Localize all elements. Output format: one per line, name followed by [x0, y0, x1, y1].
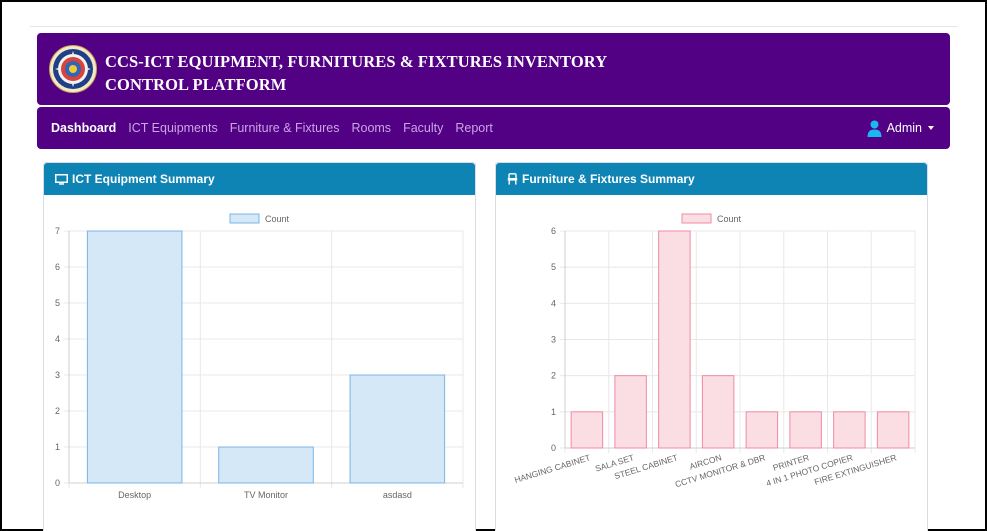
chart-bar [86, 230, 183, 484]
y-tick-label: 3 [55, 370, 60, 380]
ict-bar-chart: Count 0 1 2 3 4 5 6 7 Desktop TV Monitor asdasd [55, 213, 464, 500]
nav-rooms[interactable]: Rooms [351, 121, 391, 135]
legend-swatch [229, 213, 260, 224]
y-tick-label: 0 [551, 443, 556, 453]
y-tick-label: 7 [55, 226, 60, 236]
header-banner: CCS-ICT EQUIPMENT, FURNITURES & FIXTURES… [37, 33, 950, 105]
y-tick-label: 4 [551, 298, 556, 308]
chevron-down-icon [928, 126, 934, 130]
chart-bar [218, 446, 314, 484]
y-tick-label: 5 [551, 262, 556, 272]
app-title-line-1: CCS-ICT EQUIPMENT, FURNITURES & FIXTURES… [105, 52, 608, 71]
nav-ict-equipments[interactable]: ICT Equipments [128, 121, 217, 135]
chart-bar [614, 375, 647, 449]
user-menu[interactable]: Admin [867, 107, 934, 149]
top-divider [30, 26, 958, 27]
nav-faculty[interactable]: Faculty [403, 121, 443, 135]
y-tick-label: 3 [551, 335, 556, 345]
y-tick-label: 6 [55, 262, 60, 272]
y-tick-label: 2 [55, 406, 60, 416]
x-tick-label: asdasd [383, 490, 412, 500]
legend-swatch [681, 213, 712, 224]
ff-bar-chart: Count0123456HANGING CABINET SALA SETSTEEL… [513, 213, 916, 489]
ff-summary-card: Furniture & Fixtures Summary Count 0 1 2 3 4 5… [495, 162, 928, 531]
chart-bar [570, 411, 604, 449]
user-icon [867, 120, 882, 137]
x-tick-label: Desktop [118, 490, 151, 500]
app-title-line-2: CONTROL PLATFORM [105, 75, 287, 94]
x-tick-label: HANGING CABINET [513, 452, 591, 485]
nav-furniture-fixtures[interactable]: Furniture & Fixtures [230, 121, 340, 135]
y-tick-label: 6 [551, 226, 556, 236]
chart-bar [701, 375, 735, 449]
nav-links: Dashboard ICT Equipments Furniture & Fix… [51, 107, 505, 149]
chart-bar [658, 230, 691, 449]
ict-summary-card: ICT Equipment Summary Count 0 1 2 3 4 5 6 7 Deskt… [43, 162, 476, 531]
user-name: Admin [886, 121, 922, 135]
y-tick-label: 1 [55, 442, 60, 452]
legend-label: Count [265, 214, 290, 224]
chart-bar [745, 411, 779, 449]
y-tick-label: 1 [551, 407, 556, 417]
y-tick-label: 2 [551, 371, 556, 381]
chart-bar [349, 374, 446, 484]
college-seal-logo [49, 45, 97, 93]
main-navbar: Dashboard ICT Equipments Furniture & Fix… [37, 107, 950, 149]
x-tick-label: TV Monitor [244, 490, 288, 500]
nav-report[interactable]: Report [455, 121, 493, 135]
y-tick-label: 0 [55, 478, 60, 488]
chart-bar [789, 411, 822, 449]
nav-dashboard[interactable]: Dashboard [51, 121, 116, 135]
y-tick-label: 4 [55, 334, 60, 344]
chart-bar [876, 411, 910, 449]
legend-label: Count [717, 214, 742, 224]
chart-bar [833, 411, 866, 449]
y-tick-label: 5 [55, 298, 60, 308]
app-title: CCS-ICT EQUIPMENT, FURNITURES & FIXTURES… [105, 50, 625, 96]
